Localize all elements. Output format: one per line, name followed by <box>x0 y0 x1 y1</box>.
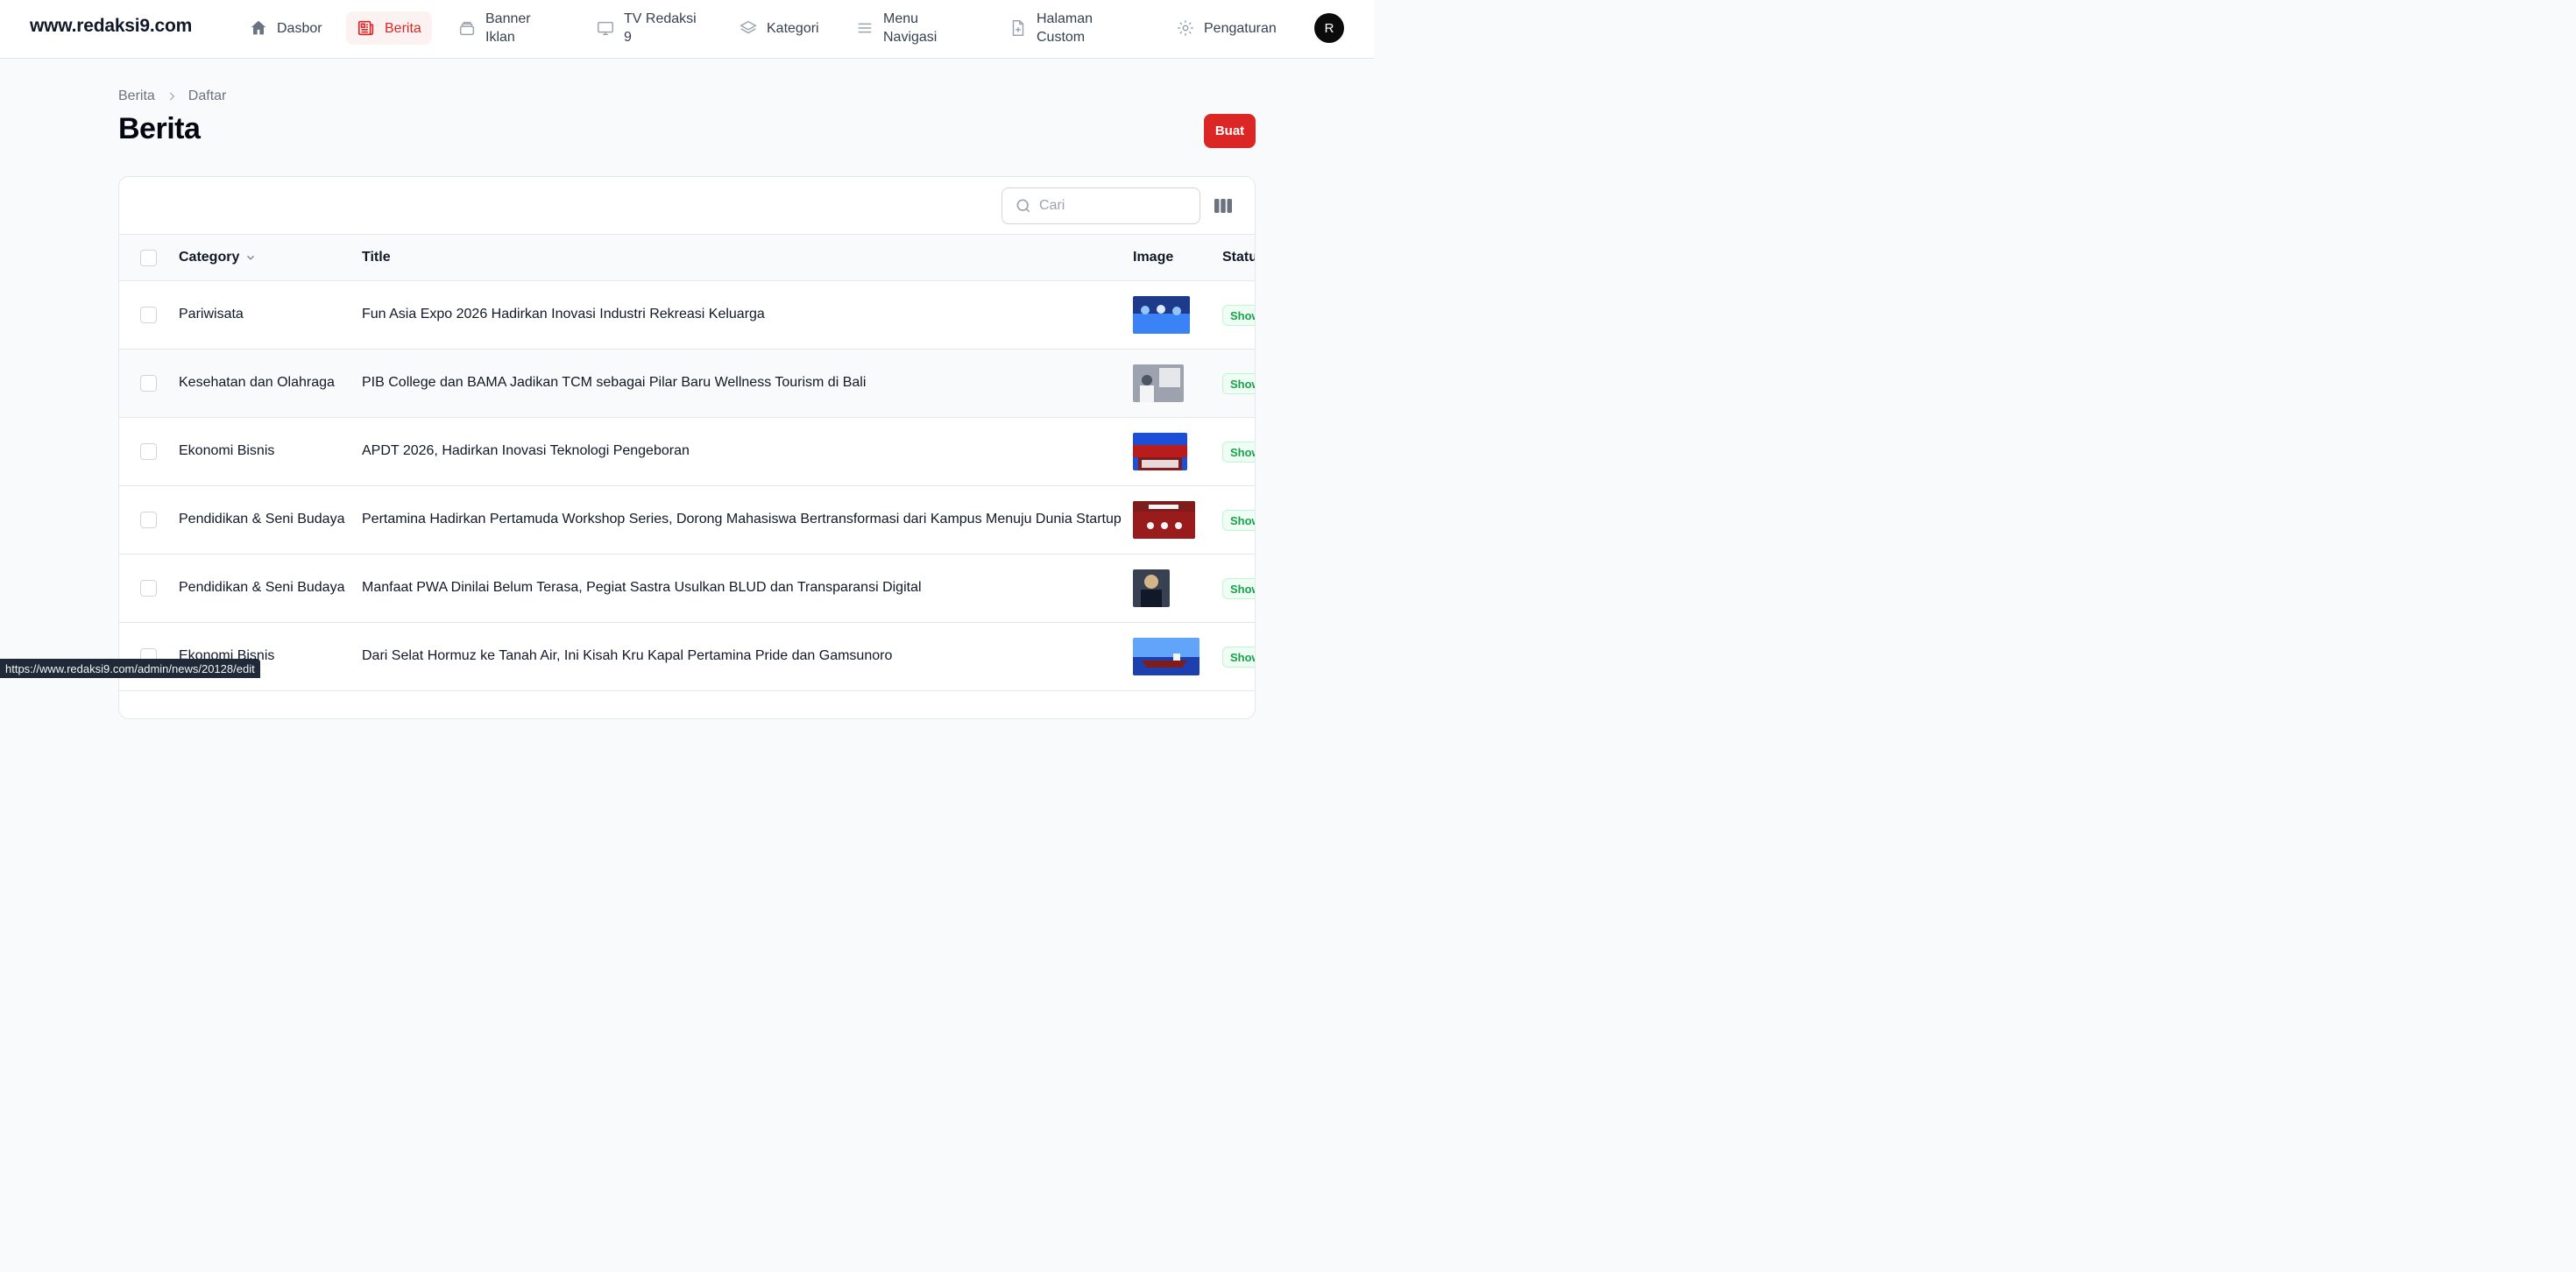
table-row[interactable]: Pendidikan & Seni Budaya Pertamina Hadir… <box>119 486 1255 555</box>
row-title: Fun Asia Expo 2026 Hadirkan Inovasi Indu… <box>362 307 765 322</box>
nav-item-label: Banner Iklan <box>485 11 531 45</box>
row-title: Dari Selat Hormuz ke Tanah Air, Ini Kisa… <box>362 648 893 663</box>
breadcrumb-berita[interactable]: Berita <box>118 88 155 104</box>
nav-item-label: Pengaturan <box>1204 20 1277 36</box>
nav-item-pengaturan[interactable]: Pengaturan <box>1165 11 1287 45</box>
page-title: Berita <box>118 112 201 145</box>
select-all-checkbox[interactable] <box>140 250 157 266</box>
table-body: Pariwisata Fun Asia Expo 2026 Hadirkan I… <box>119 281 1255 691</box>
status-badge: Show <box>1222 578 1255 599</box>
row-checkbox[interactable] <box>140 580 157 597</box>
row-thumbnail <box>1133 296 1190 334</box>
column-header-title: Title <box>362 250 391 265</box>
layers-icon <box>740 20 757 34</box>
row-thumbnail <box>1133 501 1195 539</box>
row-title: Manfaat PWA Dinilai Belum Terasa, Pegiat… <box>362 580 922 595</box>
status-badge: Show <box>1222 510 1255 531</box>
column-header-label: Category <box>179 250 240 265</box>
nav-item-label: Berita <box>385 20 421 36</box>
news-table-card: Category Title Image Status Pariwisata F… <box>118 176 1256 719</box>
menu-lines-icon <box>858 23 872 33</box>
create-button[interactable]: Buat <box>1204 114 1256 148</box>
nav-item-berita[interactable]: Berita <box>346 11 432 45</box>
column-header-category[interactable]: Category <box>179 250 257 265</box>
document-plus-icon <box>1012 20 1024 36</box>
top-navbar: www.redaksi9.com Dasbor Berita Banner Ik… <box>0 0 1374 59</box>
status-badge: Show <box>1222 647 1255 668</box>
nav-item-label: TV Redaksi 9 <box>624 11 697 45</box>
breadcrumb: Berita Daftar <box>118 88 226 104</box>
brand-logo[interactable]: www.redaksi9.com <box>30 16 192 37</box>
newspaper-icon <box>357 20 374 36</box>
breadcrumb-daftar: Daftar <box>188 88 227 103</box>
nav-item-label: Halaman Custom <box>1037 11 1093 45</box>
nav-item-kategori[interactable]: Kategori <box>728 11 830 45</box>
column-header-image: Image <box>1133 250 1174 265</box>
nav-item-label: Dasbor <box>277 20 322 36</box>
status-badge: Show <box>1222 373 1255 394</box>
nav-item-menu-navigasi[interactable]: Menu Navigasi <box>845 11 964 45</box>
row-checkbox[interactable] <box>140 375 157 392</box>
table-row[interactable]: Kesehatan dan Olahraga PIB College dan B… <box>119 350 1255 418</box>
column-header-status: Status <box>1222 250 1255 265</box>
user-avatar[interactable]: R <box>1314 13 1344 43</box>
banner-stack-icon <box>459 21 475 36</box>
home-icon <box>251 20 266 35</box>
table-header: Category Title Image Status <box>119 235 1255 281</box>
row-title: APDT 2026, Hadirkan Inovasi Teknologi Pe… <box>362 443 690 458</box>
table-toolbar <box>119 177 1255 235</box>
status-badge: Show <box>1222 442 1255 463</box>
search-icon <box>1016 199 1030 213</box>
status-badge: Show <box>1222 305 1255 326</box>
chevron-right-icon <box>169 92 174 101</box>
nav-item-label: Kategori <box>767 20 819 36</box>
search-input[interactable] <box>1039 198 1188 214</box>
nav-item-halaman-custom[interactable]: Halaman Custom <box>998 11 1117 45</box>
row-thumbnail <box>1133 638 1200 675</box>
row-checkbox[interactable] <box>140 307 157 323</box>
monitor-icon <box>598 21 613 36</box>
row-category: Pendidikan & Seni Budaya <box>179 512 345 526</box>
nav-item-dasbor[interactable]: Dasbor <box>238 11 333 45</box>
search-box[interactable] <box>1001 187 1200 224</box>
row-category: Pendidikan & Seni Budaya <box>179 580 345 595</box>
table-row[interactable]: Ekonomi Bisnis Dari Selat Hormuz ke Tana… <box>119 623 1255 691</box>
row-thumbnail <box>1133 569 1170 607</box>
column-toggle-icon[interactable] <box>1214 198 1233 214</box>
table-row[interactable]: Pariwisata Fun Asia Expo 2026 Hadirkan I… <box>119 281 1255 350</box>
table-row[interactable]: Ekonomi Bisnis APDT 2026, Hadirkan Inova… <box>119 418 1255 486</box>
row-title: PIB College dan BAMA Jadikan TCM sebagai… <box>362 375 867 390</box>
row-category: Ekonomi Bisnis <box>179 443 275 458</box>
row-category: Pariwisata <box>179 307 244 322</box>
row-thumbnail <box>1133 364 1184 402</box>
link-preview-statusbar: https://www.redaksi9.com/admin/news/2012… <box>0 659 260 678</box>
table-row[interactable]: Pendidikan & Seni Budaya Manfaat PWA Din… <box>119 555 1255 623</box>
row-checkbox[interactable] <box>140 443 157 460</box>
row-thumbnail <box>1133 433 1187 470</box>
nav-item-banner-iklan[interactable]: Banner Iklan <box>447 11 557 45</box>
nav-item-tv-redaksi-9[interactable]: TV Redaksi 9 <box>585 11 713 45</box>
row-title: Pertamina Hadirkan Pertamuda Workshop Se… <box>362 512 1122 526</box>
row-checkbox[interactable] <box>140 512 157 528</box>
row-category: Kesehatan dan Olahraga <box>179 375 335 390</box>
gear-icon <box>1178 20 1193 36</box>
nav-item-label: Menu Navigasi <box>883 11 938 45</box>
chevron-down-icon <box>247 255 255 260</box>
